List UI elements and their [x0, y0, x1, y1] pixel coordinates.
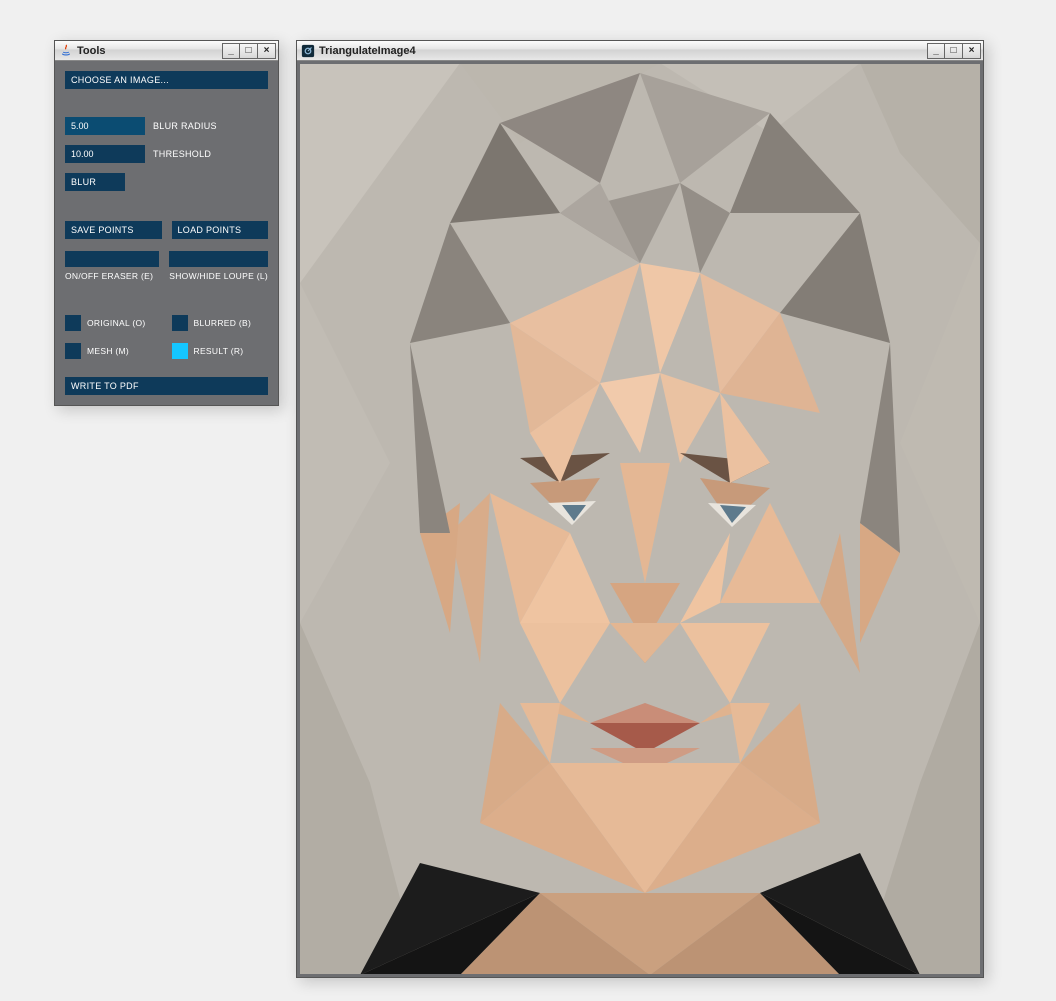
- threshold-label: THRESHOLD: [153, 149, 211, 159]
- close-icon: ×: [969, 46, 975, 56]
- minimize-button[interactable]: _: [222, 43, 240, 59]
- blurred-check[interactable]: [172, 315, 188, 331]
- maximize-button[interactable]: □: [240, 43, 258, 59]
- mesh-check[interactable]: [65, 343, 81, 359]
- choose-image-button[interactable]: CHOOSE AN IMAGE...: [65, 71, 268, 89]
- blur-button[interactable]: BLUR: [65, 173, 125, 191]
- mesh-check-label: MESH (M): [87, 346, 129, 356]
- threshold-input[interactable]: [65, 145, 145, 163]
- loupe-caption: SHOW/HIDE LOUPE (L): [169, 271, 268, 281]
- tools-window-buttons: _ □ ×: [222, 43, 276, 59]
- eraser-toggle[interactable]: [65, 251, 159, 267]
- maximize-button[interactable]: □: [945, 43, 963, 59]
- write-pdf-button[interactable]: WRITE TO PDF: [65, 377, 268, 395]
- original-check-label: ORIGINAL (O): [87, 318, 146, 328]
- java-icon: [59, 44, 73, 58]
- minimize-icon: _: [228, 46, 234, 56]
- tools-body: CHOOSE AN IMAGE... BLUR RADIUS THRESHOLD…: [55, 61, 278, 405]
- close-button[interactable]: ×: [963, 43, 981, 59]
- triangulated-canvas[interactable]: [297, 61, 983, 977]
- loupe-toggle[interactable]: [169, 251, 268, 267]
- blur-radius-input[interactable]: [65, 117, 145, 135]
- result-check[interactable]: [172, 343, 188, 359]
- blur-radius-label: BLUR RADIUS: [153, 121, 217, 131]
- close-button[interactable]: ×: [258, 43, 276, 59]
- image-window-buttons: _ □ ×: [927, 43, 981, 59]
- close-icon: ×: [264, 46, 270, 56]
- result-check-label: RESULT (R): [194, 346, 244, 356]
- eraser-caption: ON/OFF ERASER (E): [65, 271, 159, 281]
- image-title: TriangulateImage4: [319, 45, 927, 57]
- minimize-button[interactable]: _: [927, 43, 945, 59]
- original-check[interactable]: [65, 315, 81, 331]
- maximize-icon: □: [950, 46, 956, 56]
- maximize-icon: □: [245, 46, 251, 56]
- processing-icon: [301, 44, 315, 58]
- image-window: TriangulateImage4 _ □ ×: [296, 40, 984, 978]
- load-points-button[interactable]: LOAD POINTS: [172, 221, 269, 239]
- tools-titlebar[interactable]: Tools _ □ ×: [55, 41, 278, 61]
- tools-title: Tools: [77, 45, 222, 57]
- tools-window: Tools _ □ × CHOOSE AN IMAGE... BLUR RADI…: [54, 40, 279, 406]
- save-points-button[interactable]: SAVE POINTS: [65, 221, 162, 239]
- image-titlebar[interactable]: TriangulateImage4 _ □ ×: [297, 41, 983, 61]
- minimize-icon: _: [933, 46, 939, 56]
- blurred-check-label: BLURRED (B): [194, 318, 252, 328]
